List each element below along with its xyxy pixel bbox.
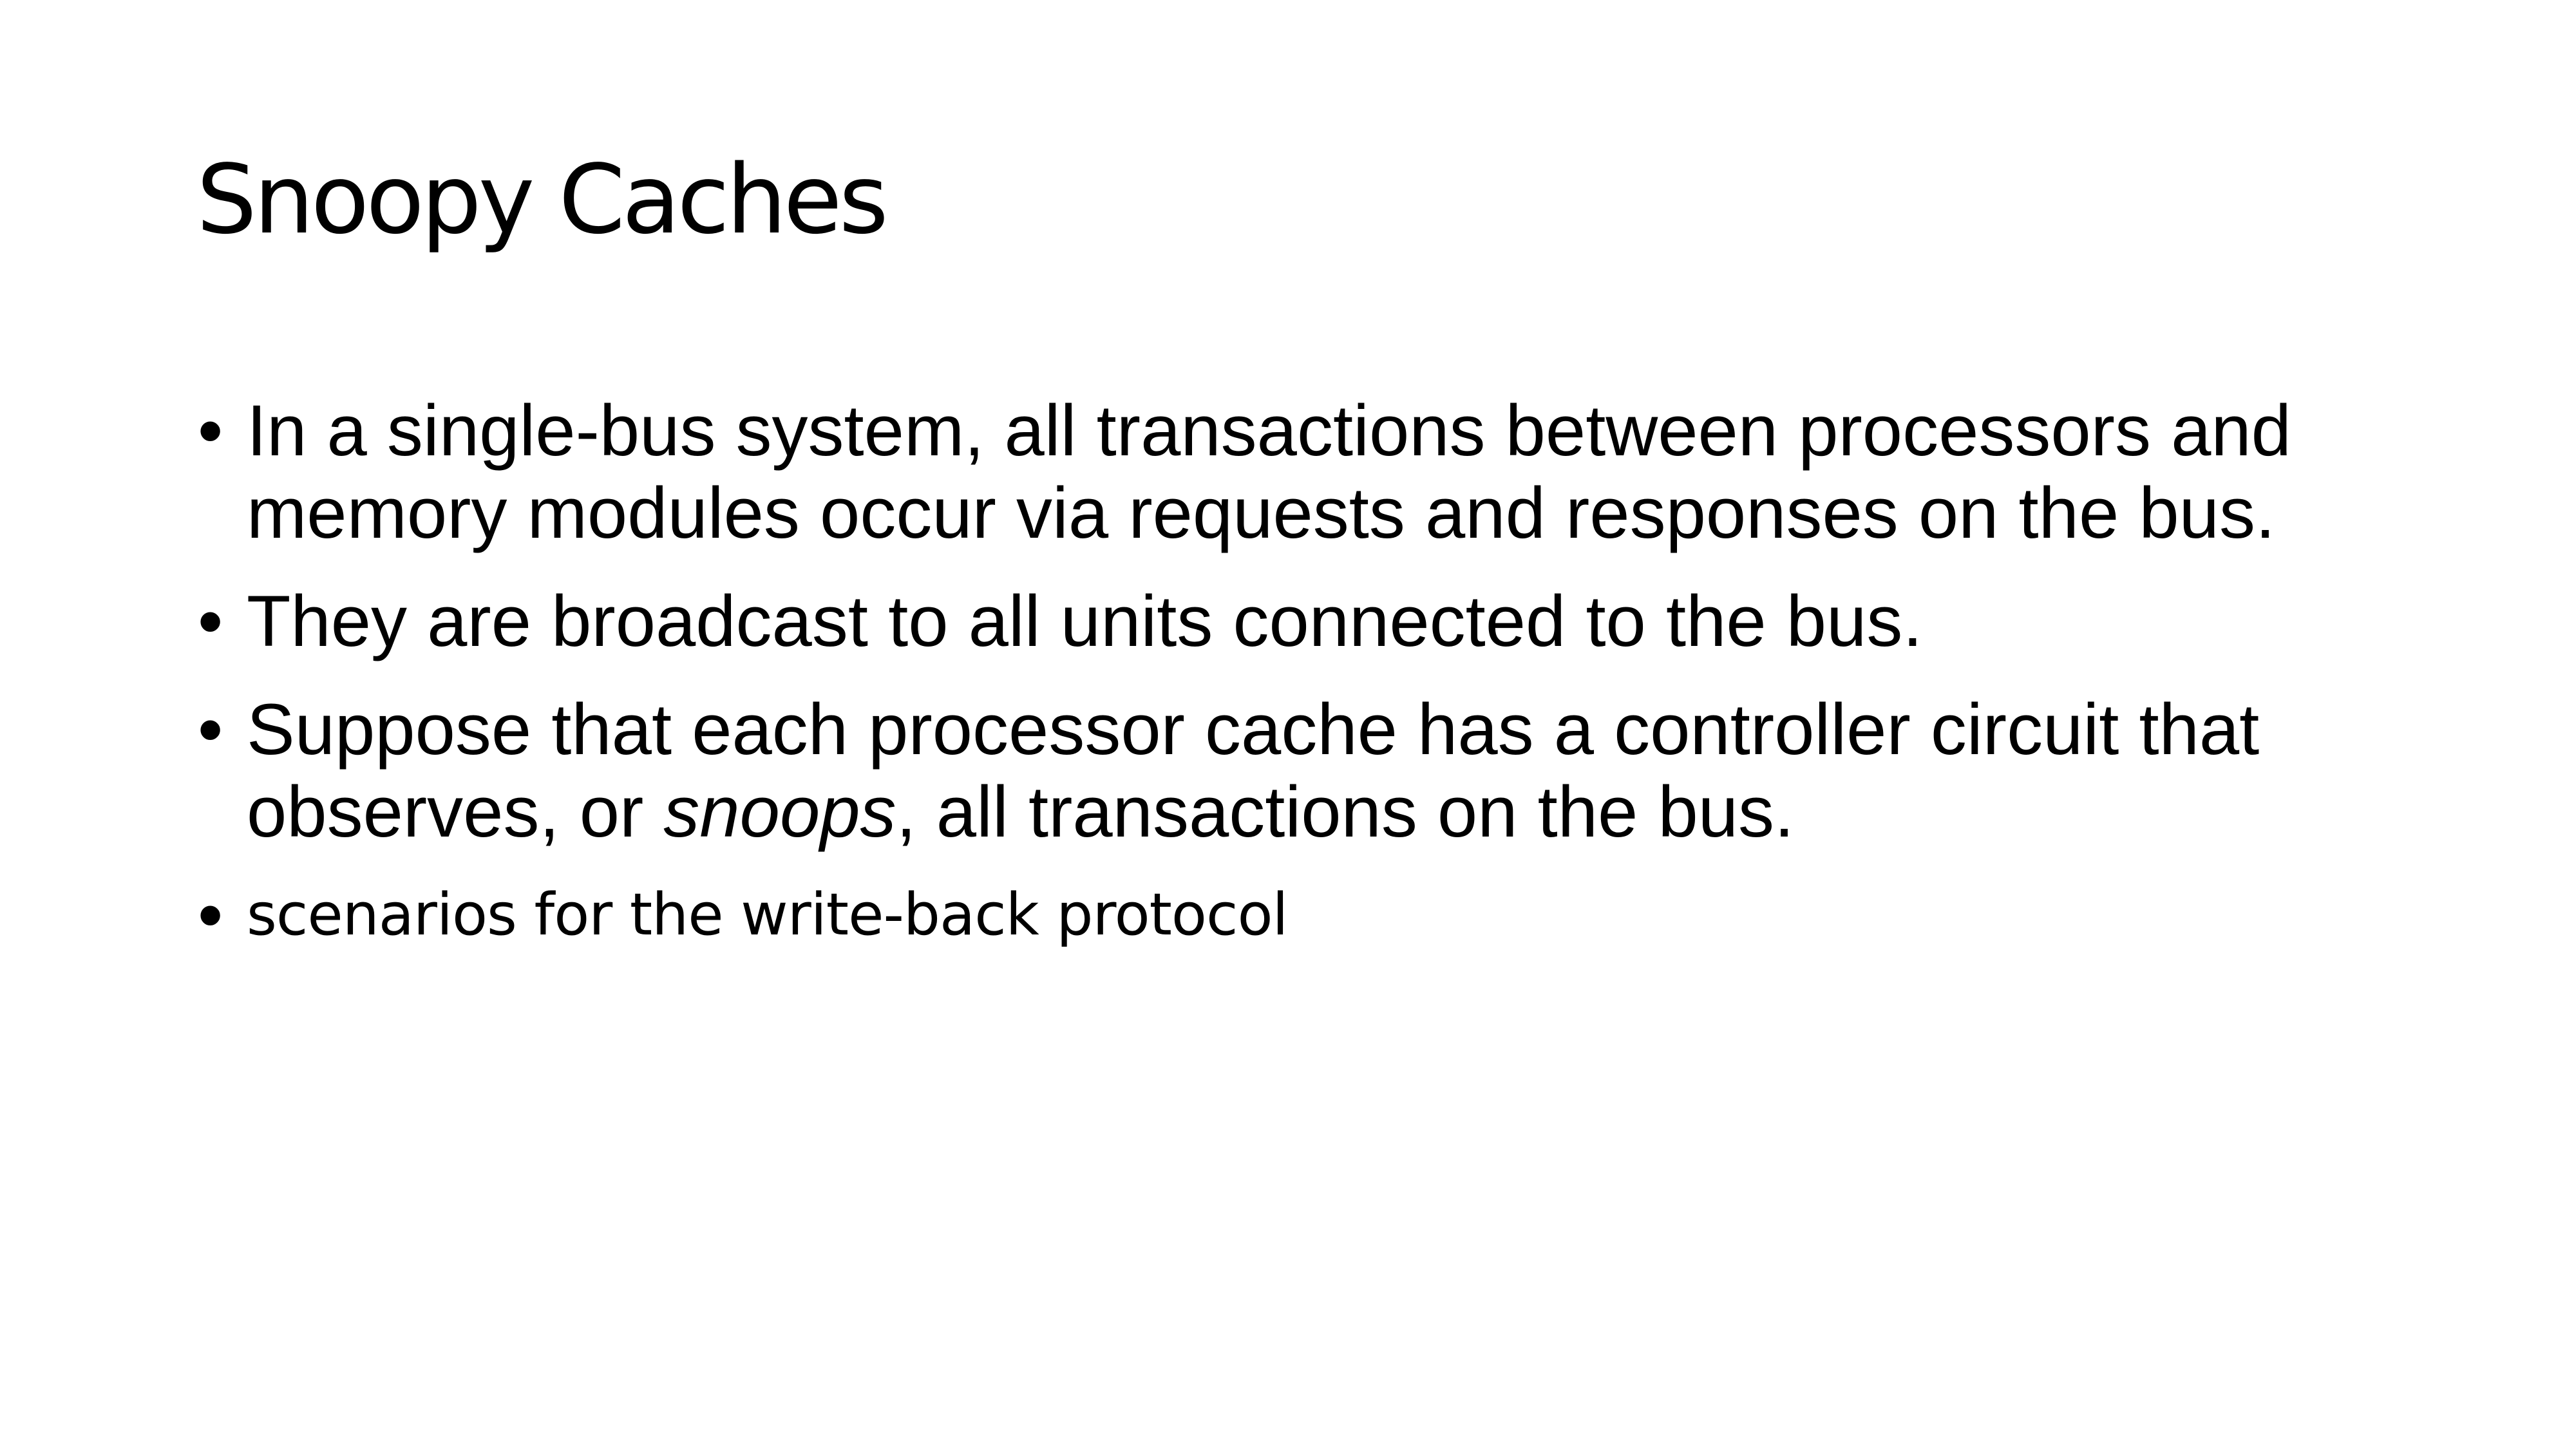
bullet-item: • In a single-bus system, all transactio… [196,390,2450,554]
emphasized-term: snoops [663,772,896,852]
slide: Snoopy Caches • In a single-bus system, … [0,0,2576,1449]
bullet-text: scenarios for the write-back protocol [247,881,1289,949]
bullet-dot-icon: • [198,581,223,661]
bullet-list: • In a single-bus system, all transactio… [196,390,2450,982]
bullet-text: In a single-bus system, all transactions… [247,390,2291,553]
bullet-item: • They are broadcast to all units connec… [196,580,2450,663]
bullet-dot-icon: • [198,689,223,770]
slide-title: Snoopy Caches [196,144,889,255]
bullet-text: Suppose that each processor cache has a … [247,688,2450,853]
bullet-item: • scenarios for the write-back protocol [196,874,2450,956]
bullet-item: • Suppose that each processor cache has … [196,688,2450,853]
bullet-text-after: , all transactions on the bus. [896,772,1795,852]
bullet-dot-icon: • [198,390,223,471]
bullet-dot-icon: • [198,875,223,955]
bullet-text: They are broadcast to all units connecte… [247,581,1923,661]
